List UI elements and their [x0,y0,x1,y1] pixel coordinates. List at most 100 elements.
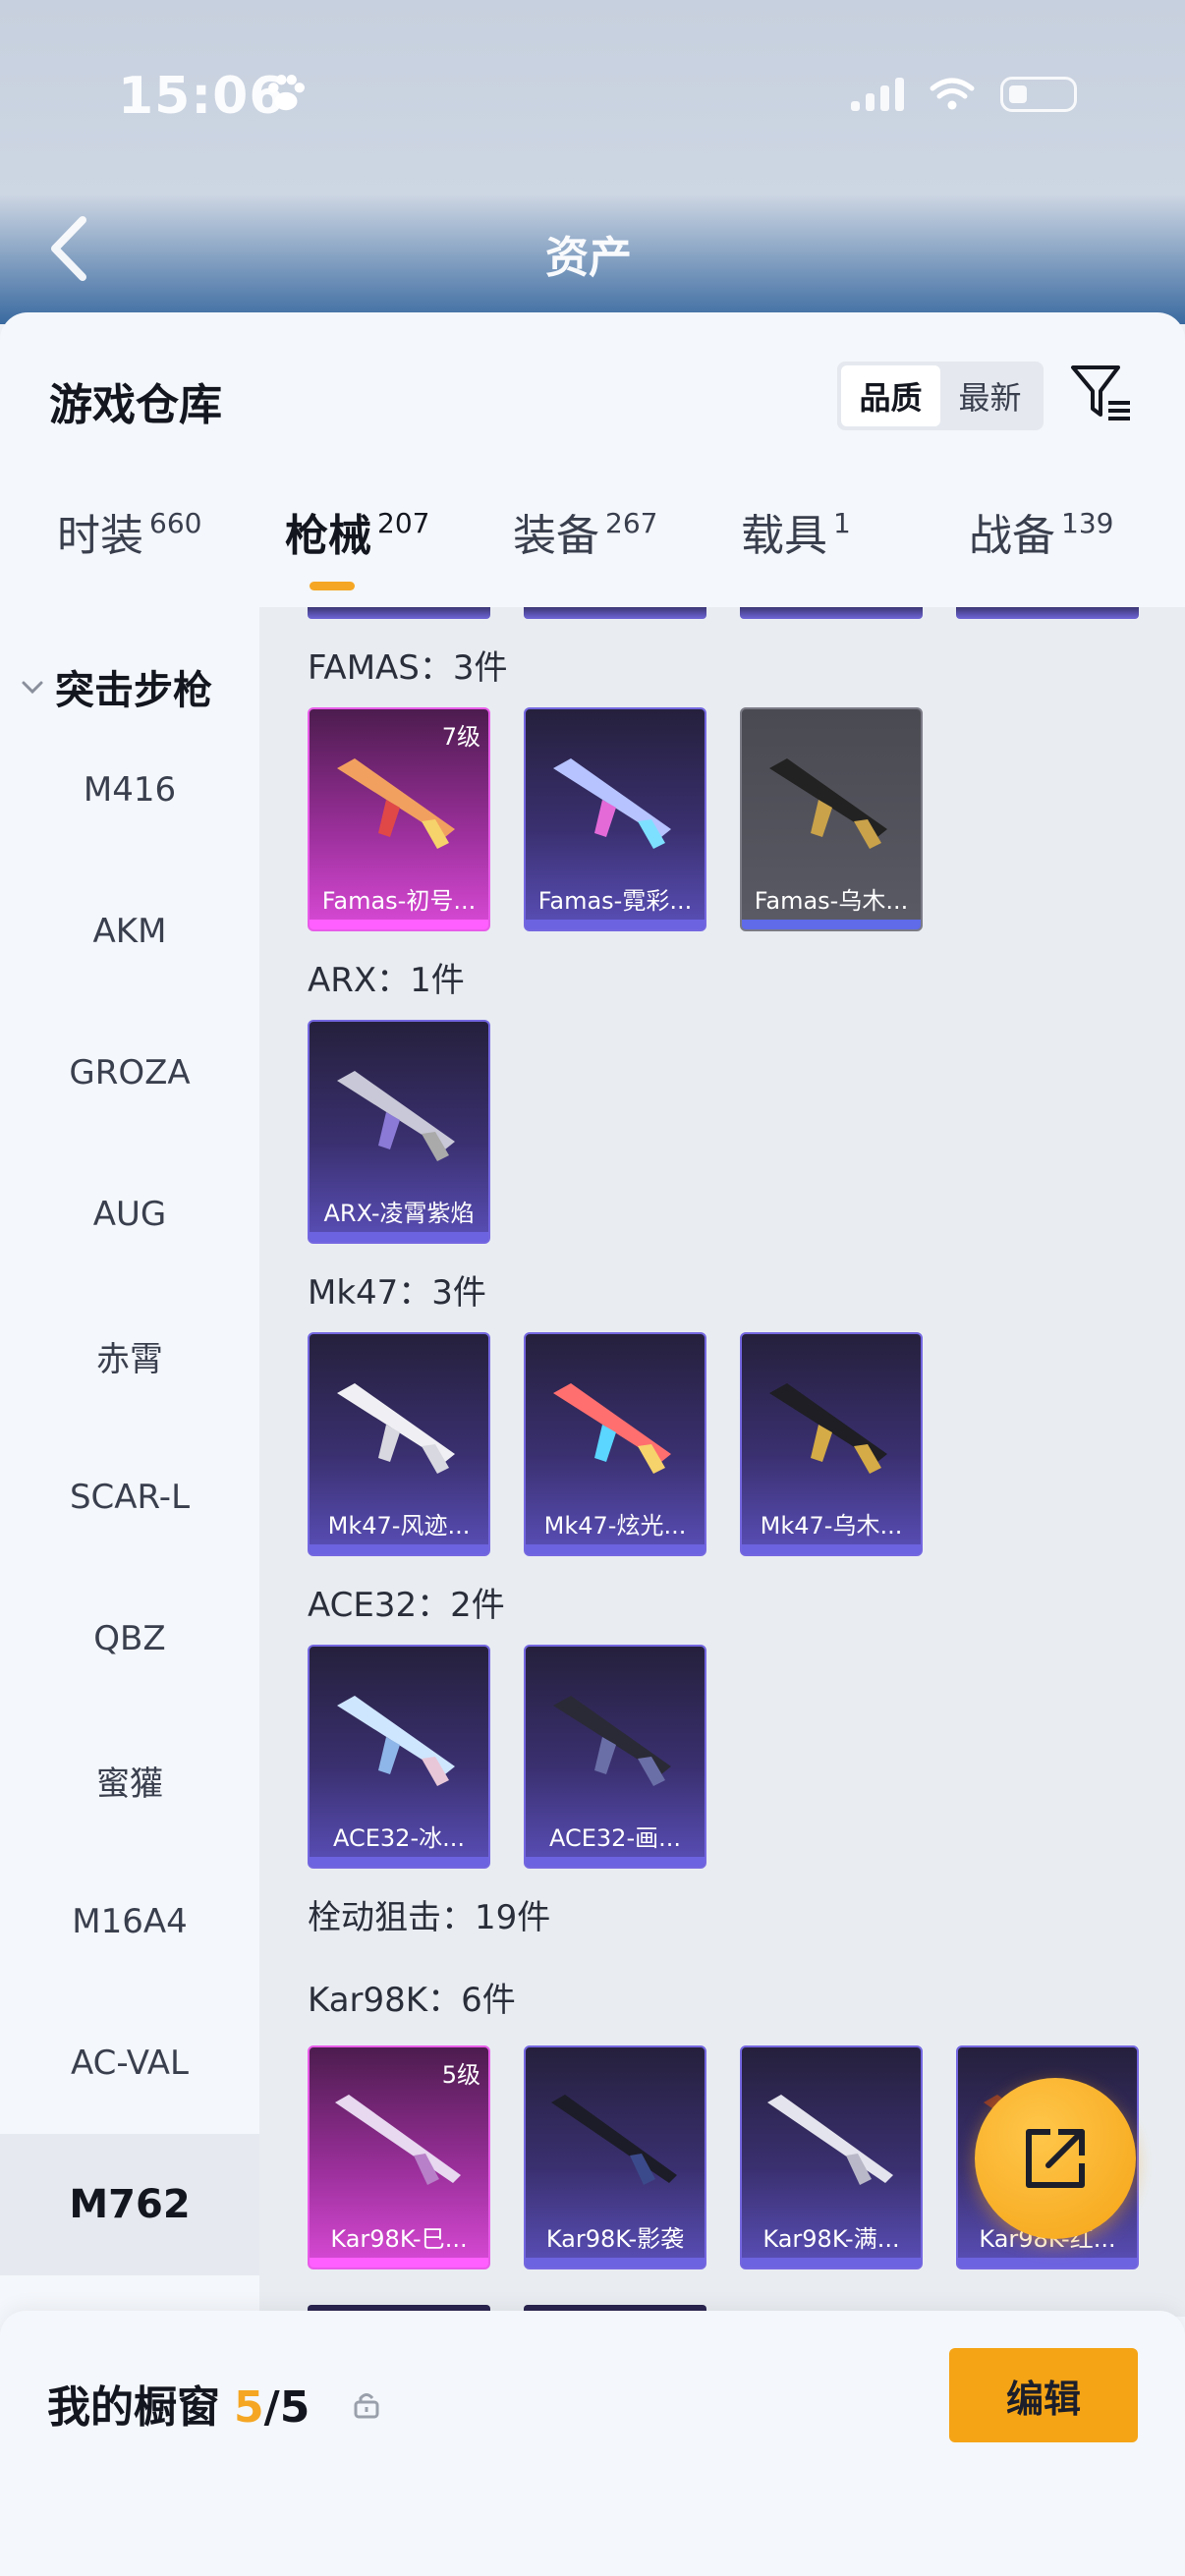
sidebar-section-label: 突击步枪 [55,668,212,713]
sidebar-item-m16a4[interactable]: M16A4 [0,1851,259,1992]
rifle-icon [337,1696,455,1786]
rifle-icon [335,2095,461,2185]
sidebar-item-chixiao[interactable]: 赤霄 [0,1285,259,1427]
skin-name: ACE32-画... [548,1824,681,1852]
chevron-down-icon [22,681,43,695]
filter-icon[interactable] [1069,360,1134,424]
sort-toggle: 品质 最新 [837,362,1044,430]
sidebar-item-ac-val[interactable]: AC-VAL [0,1992,259,2134]
rifle-icon [769,1383,887,1474]
sort-option-quality[interactable]: 品质 [841,365,940,426]
rarity-bar [310,920,488,929]
skin-card[interactable]: ACE32-冰... [308,1645,490,1869]
skin-name: ARX-凌霄紫焰 [323,1200,475,1227]
tab-vehicles[interactable]: 载具 1 [741,489,851,605]
card-peek [524,607,706,619]
rarity-bar [310,2258,488,2268]
weapon-sidebar: 突击步枪 M416 AKM GROZA AUG 赤霄 SCAR-L QBZ 蜜獾… [0,607,259,2493]
sidebar-item-m762[interactable]: M762 [0,2134,259,2275]
status-time: 15:06 [118,67,286,126]
tab-label: 载具 [741,511,827,561]
skin-card[interactable]: Famas-霓彩... [524,707,706,931]
skin-card[interactable]: ARX-凌霄紫焰 [308,1020,490,1244]
showcase-total-count: /5 [263,2382,310,2433]
share-button[interactable] [975,2078,1136,2239]
rifle-icon [553,1696,671,1786]
rarity-bar [526,2258,705,2268]
category-tabs: 时装 660 枪械 207 装备 267 载具 1 战备 139 [0,489,1185,605]
paw-icon [268,75,305,111]
background-page: 15:06 资产 [0,0,1185,324]
sidebar-item-qbz[interactable]: QBZ [0,1568,259,1709]
sidebar-item-aug[interactable]: AUG [0,1144,259,1285]
external-link-icon [1026,2129,1085,2188]
level-badge: 5级 [441,2061,480,2089]
skin-card[interactable]: 5级 Kar98K-巳... [308,2045,490,2269]
tab-equipment[interactable]: 装备 267 [513,489,657,605]
rarity-bar [310,1232,488,1242]
sidebar-section-assault-rifles[interactable]: 突击步枪 [20,658,212,715]
rifle-icon [337,1071,455,1161]
skin-card[interactable]: Famas-乌木... [740,707,923,931]
skin-name: Famas-初号... [321,887,477,915]
tab-supplies[interactable]: 战备 139 [969,489,1113,605]
rarity-bar [310,1544,488,1554]
skin-card[interactable]: Kar98K-影袭 [524,2045,706,2269]
card-peek [956,607,1139,619]
skin-card[interactable]: Mk47-乌木... [740,1332,923,1556]
sort-option-newest[interactable]: 最新 [940,365,1040,426]
skin-card[interactable]: Mk47-炫光... [524,1332,706,1556]
rarity-bar [958,2258,1137,2268]
skin-card[interactable]: Kar98K-满... [740,2045,923,2269]
page-title: 资产 [545,233,632,283]
rifle-icon [769,758,887,849]
lock-icon [354,2393,379,2419]
showcase-title: 我的橱窗 5 /5 [47,2372,310,2435]
rarity-bar [742,2258,921,2268]
rifle-icon [767,2095,893,2185]
back-arrow-icon[interactable] [47,214,90,283]
group-title-famas: FAMAS：3件 [308,648,508,688]
sidebar-item-honey-badger[interactable]: 蜜獾 [0,1709,259,1851]
tab-count: 207 [377,507,430,539]
tab-label: 枪械 [285,511,371,561]
rarity-bar [310,1857,488,1867]
tab-fashion[interactable]: 时装 660 [57,489,201,605]
tab-guns[interactable]: 枪械 207 [285,489,429,605]
skin-name: Kar98K-巳... [330,2225,468,2253]
tab-label: 装备 [513,511,599,561]
showcase-label: 我的橱窗 [47,2382,220,2433]
rarity-bar [526,1544,705,1554]
active-tab-indicator [310,582,355,590]
sidebar-item-akm[interactable]: AKM [0,861,259,1002]
group-title-mk47: Mk47：3件 [308,1273,486,1313]
level-badge: 7级 [441,723,480,751]
skin-card[interactable]: ACE32-画... [524,1645,706,1869]
sidebar-item-m416[interactable]: M416 [0,719,259,861]
skin-name: Mk47-乌木... [760,1512,903,1540]
tab-label: 时装 [57,511,143,561]
sidebar-item-scar-l[interactable]: SCAR-L [0,1427,259,1568]
wifi-icon [930,78,975,110]
skin-card[interactable]: Mk47-风迹... [308,1332,490,1556]
rifle-icon [553,1383,671,1474]
edit-button[interactable]: 编辑 [949,2348,1138,2442]
rarity-bar [742,1544,921,1554]
sidebar-item-groza[interactable]: GROZA [0,1002,259,1144]
card-peek [740,607,923,619]
weapon-grid: FAMAS：3件 7级 Famas-初号... Famas-霓彩... Fama… [259,607,1185,2317]
skin-name: Famas-霓彩... [537,887,693,915]
group-title-bolt-action: 栓动狙击：19件 [308,1898,551,1937]
group-title-kar98k: Kar98K：6件 [308,1981,516,2020]
tab-count: 1 [833,507,851,539]
tab-count: 660 [149,507,202,539]
skin-card[interactable]: 7级 Famas-初号... [308,707,490,931]
tab-count: 139 [1061,507,1114,539]
skin-name: Mk47-风迹... [327,1512,471,1540]
rarity-bar [526,920,705,929]
skin-name: ACE32-冰... [332,1824,465,1852]
battery-icon [1000,77,1077,112]
sheet-title: 游戏仓库 [49,380,222,430]
showcase-footer: 我的橱窗 5 /5 编辑 [0,2311,1185,2576]
signal-icon [851,78,904,111]
